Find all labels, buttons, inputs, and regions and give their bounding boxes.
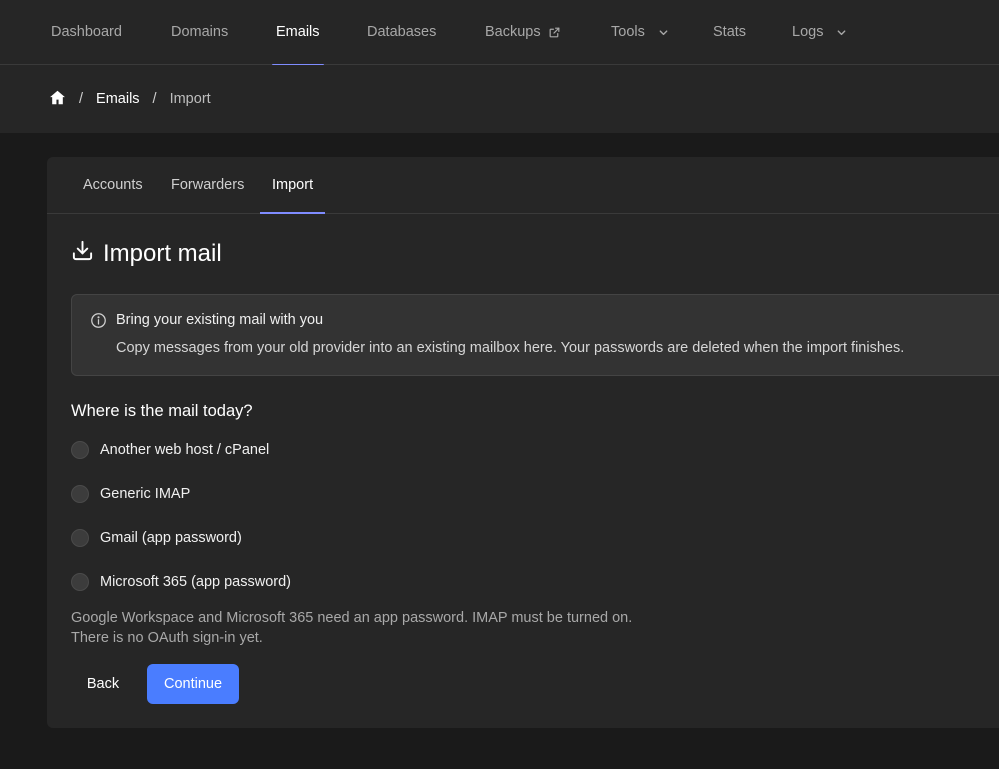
info-icon: [90, 312, 107, 334]
nav-stats[interactable]: Stats: [713, 0, 746, 65]
page-title: Import mail: [71, 239, 222, 269]
source-question: Where is the mail today?: [71, 402, 253, 420]
option-label: Microsoft 365 (app password): [100, 574, 291, 590]
option-label: Another web host / cPanel: [100, 442, 270, 458]
tab-active-indicator: [260, 212, 326, 214]
nav-emails-label: Emails: [276, 24, 320, 40]
radio-button[interactable]: [71, 529, 89, 547]
option-label: Generic IMAP: [100, 486, 191, 502]
nav-dashboard-label: Dashboard: [51, 24, 122, 40]
nav-domains-label: Domains: [171, 24, 229, 40]
continue-button[interactable]: Continue: [147, 664, 239, 704]
radio-button[interactable]: [71, 485, 89, 503]
download-icon: [71, 239, 94, 269]
tab-import[interactable]: Import: [260, 157, 326, 214]
nav-dashboard[interactable]: Dashboard: [51, 0, 122, 65]
page-title-text: Import mail: [103, 240, 222, 267]
back-button[interactable]: Back: [71, 664, 135, 704]
top-navigation: Dashboard Domains Emails Databases Backu…: [0, 0, 999, 66]
breadcrumb-separator: /: [79, 91, 84, 107]
nav-backups[interactable]: Backups: [485, 0, 561, 65]
nav-databases[interactable]: Databases: [367, 0, 436, 65]
tab-import-label: Import: [272, 177, 314, 193]
nav-logs-label: Logs: [792, 24, 824, 40]
radio-button[interactable]: [71, 441, 89, 459]
info-notice: Bring your existing mail with you Copy m…: [71, 294, 999, 376]
option-gmail[interactable]: Gmail (app password): [71, 527, 242, 549]
nav-tools-label: Tools: [611, 24, 645, 40]
nav-logs[interactable]: Logs: [792, 0, 847, 65]
nav-backups-label: Backups: [485, 24, 541, 40]
breadcrumb-separator: /: [152, 91, 157, 107]
nav-databases-label: Databases: [367, 24, 437, 40]
nav-tools[interactable]: Tools: [611, 0, 669, 65]
home-icon[interactable]: [49, 89, 66, 110]
radio-button[interactable]: [71, 573, 89, 591]
option-label: Gmail (app password): [100, 530, 242, 546]
option-generic-imap[interactable]: Generic IMAP: [71, 483, 190, 505]
email-tabs: Accounts Forwarders Import: [47, 157, 999, 214]
tab-accounts[interactable]: Accounts: [83, 157, 143, 213]
notice-title: Bring your existing mail with you: [116, 312, 324, 328]
breadcrumb-bar: / Emails / Import: [0, 65, 999, 133]
tab-forwarders[interactable]: Forwarders: [171, 157, 244, 213]
help-text: Google Workspace and Microsoft 365 need …: [71, 610, 633, 646]
nav-emails[interactable]: Emails: [272, 0, 324, 66]
option-microsoft-365[interactable]: Microsoft 365 (app password): [71, 571, 291, 593]
breadcrumb-import: Import: [169, 91, 211, 107]
external-link-icon: [548, 26, 561, 39]
chevron-down-icon: [658, 27, 669, 38]
breadcrumb-emails[interactable]: Emails: [96, 91, 140, 107]
option-cpanel[interactable]: Another web host / cPanel: [71, 439, 269, 461]
nav-domains[interactable]: Domains: [171, 0, 228, 65]
notice-body: Copy messages from your old provider int…: [116, 340, 905, 356]
chevron-down-icon: [836, 27, 847, 38]
breadcrumb: / Emails / Import: [49, 65, 211, 133]
nav-stats-label: Stats: [713, 24, 747, 40]
import-card: Accounts Forwarders Import Import mail B…: [47, 157, 999, 728]
